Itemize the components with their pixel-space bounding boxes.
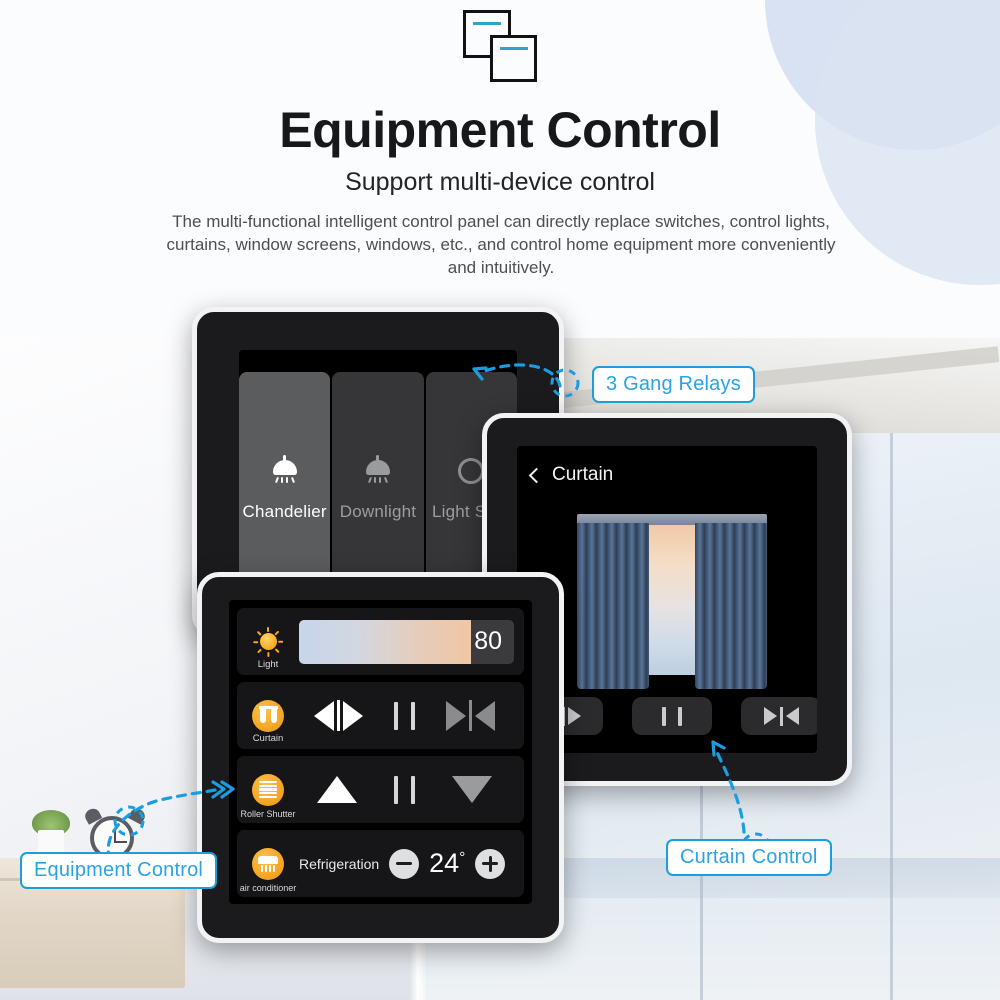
overlapping-squares-logo bbox=[463, 10, 538, 82]
plus-button[interactable] bbox=[475, 848, 506, 879]
gang-key-label: Chandelier bbox=[242, 502, 327, 521]
callout-curtain-control: Curtain Control bbox=[666, 839, 832, 876]
ac-temperature-number: 24 bbox=[429, 848, 460, 878]
light-row-label: Light bbox=[257, 659, 279, 670]
equipment-row-curtain: Curtain bbox=[237, 682, 524, 749]
logo-square-front bbox=[490, 35, 537, 82]
sun-icon bbox=[252, 626, 283, 657]
light-brightness-slider[interactable]: 80 bbox=[299, 619, 514, 664]
page-title: Equipment Control bbox=[279, 102, 721, 158]
curtain-icon bbox=[252, 699, 284, 732]
curtain-pause-button[interactable] bbox=[632, 697, 712, 735]
callout-3-gang-relays: 3 Gang Relays bbox=[592, 366, 755, 403]
shutter-up-button[interactable] bbox=[317, 776, 358, 803]
logo-accent-line-1 bbox=[473, 22, 501, 25]
page-description: The multi-functional intelligent control… bbox=[166, 212, 836, 277]
air-conditioner-icon bbox=[252, 847, 284, 880]
degree-symbol: ° bbox=[459, 849, 466, 866]
minus-button[interactable] bbox=[389, 848, 420, 879]
window-mullion-2 bbox=[890, 433, 893, 1000]
roller-shutter-row-label: Roller Shutter bbox=[240, 809, 296, 819]
curtain-icon-group: Curtain bbox=[237, 682, 299, 749]
thermostat-controls: Refrigeration 24° bbox=[299, 848, 524, 879]
roller-shutter-controls bbox=[299, 775, 524, 804]
clock-hand-hour bbox=[115, 841, 127, 843]
chevron-left-icon[interactable] bbox=[528, 467, 545, 483]
curtain-window-pane bbox=[645, 525, 697, 675]
curtain-title: Curtain bbox=[552, 464, 614, 485]
hero-section: Equipment Control Support multi-device c… bbox=[0, 0, 1000, 340]
page-root: Equipment Control Support multi-device c… bbox=[0, 0, 1000, 1000]
curtain-row-label: Curtain bbox=[252, 733, 284, 744]
callout-equipment-control: Equipment Control bbox=[20, 852, 218, 889]
gang-key-label: Downlight bbox=[339, 502, 417, 521]
curtain-button-bar bbox=[523, 697, 817, 735]
equipment-row-light: Light 80 bbox=[237, 608, 524, 675]
curtain-close-button[interactable] bbox=[741, 697, 817, 735]
roller-shutter-icon bbox=[252, 773, 284, 806]
light-icon-group: Light bbox=[237, 608, 299, 675]
logo-accent-line-2 bbox=[500, 47, 528, 50]
chandelier-icon bbox=[268, 455, 302, 490]
page-subtitle: Support multi-device control bbox=[345, 168, 655, 196]
downlight-icon bbox=[361, 455, 395, 490]
equipment-row-air-conditioner: air conditioner Refrigeration 24° bbox=[237, 830, 524, 897]
shutter-down-button[interactable] bbox=[451, 776, 492, 803]
roller-shutter-icon-group: Roller Shutter bbox=[237, 756, 299, 823]
curtain-pause-button[interactable] bbox=[393, 701, 415, 730]
equipment-screen: Light 80 Curtain Roller Shutter air cond… bbox=[229, 600, 532, 904]
curtain-window-illustration bbox=[577, 514, 767, 692]
light-slider-value: 80 bbox=[474, 627, 502, 655]
ac-temperature-value: 24° bbox=[429, 848, 465, 879]
curtain-open-button[interactable] bbox=[314, 700, 364, 731]
air-conditioner-row-label: air conditioner bbox=[239, 883, 297, 893]
ac-mode-label: Refrigeration bbox=[299, 855, 380, 872]
device-equipment-control: Light 80 Curtain Roller Shutter air cond… bbox=[197, 572, 564, 943]
air-conditioner-icon-group: air conditioner bbox=[237, 830, 299, 897]
light-slider-fill bbox=[299, 619, 471, 664]
curtain-close-button[interactable] bbox=[445, 700, 495, 731]
equipment-row-roller-shutter: Roller Shutter bbox=[237, 756, 524, 823]
curtain-header: Curtain bbox=[528, 464, 614, 486]
equipment-row-list: Light 80 Curtain Roller Shutter air cond… bbox=[237, 608, 524, 897]
curtain-panel-left bbox=[577, 523, 649, 689]
curtain-panel-right bbox=[695, 523, 767, 689]
shutter-pause-button[interactable] bbox=[393, 775, 415, 804]
curtain-controls bbox=[299, 700, 524, 731]
